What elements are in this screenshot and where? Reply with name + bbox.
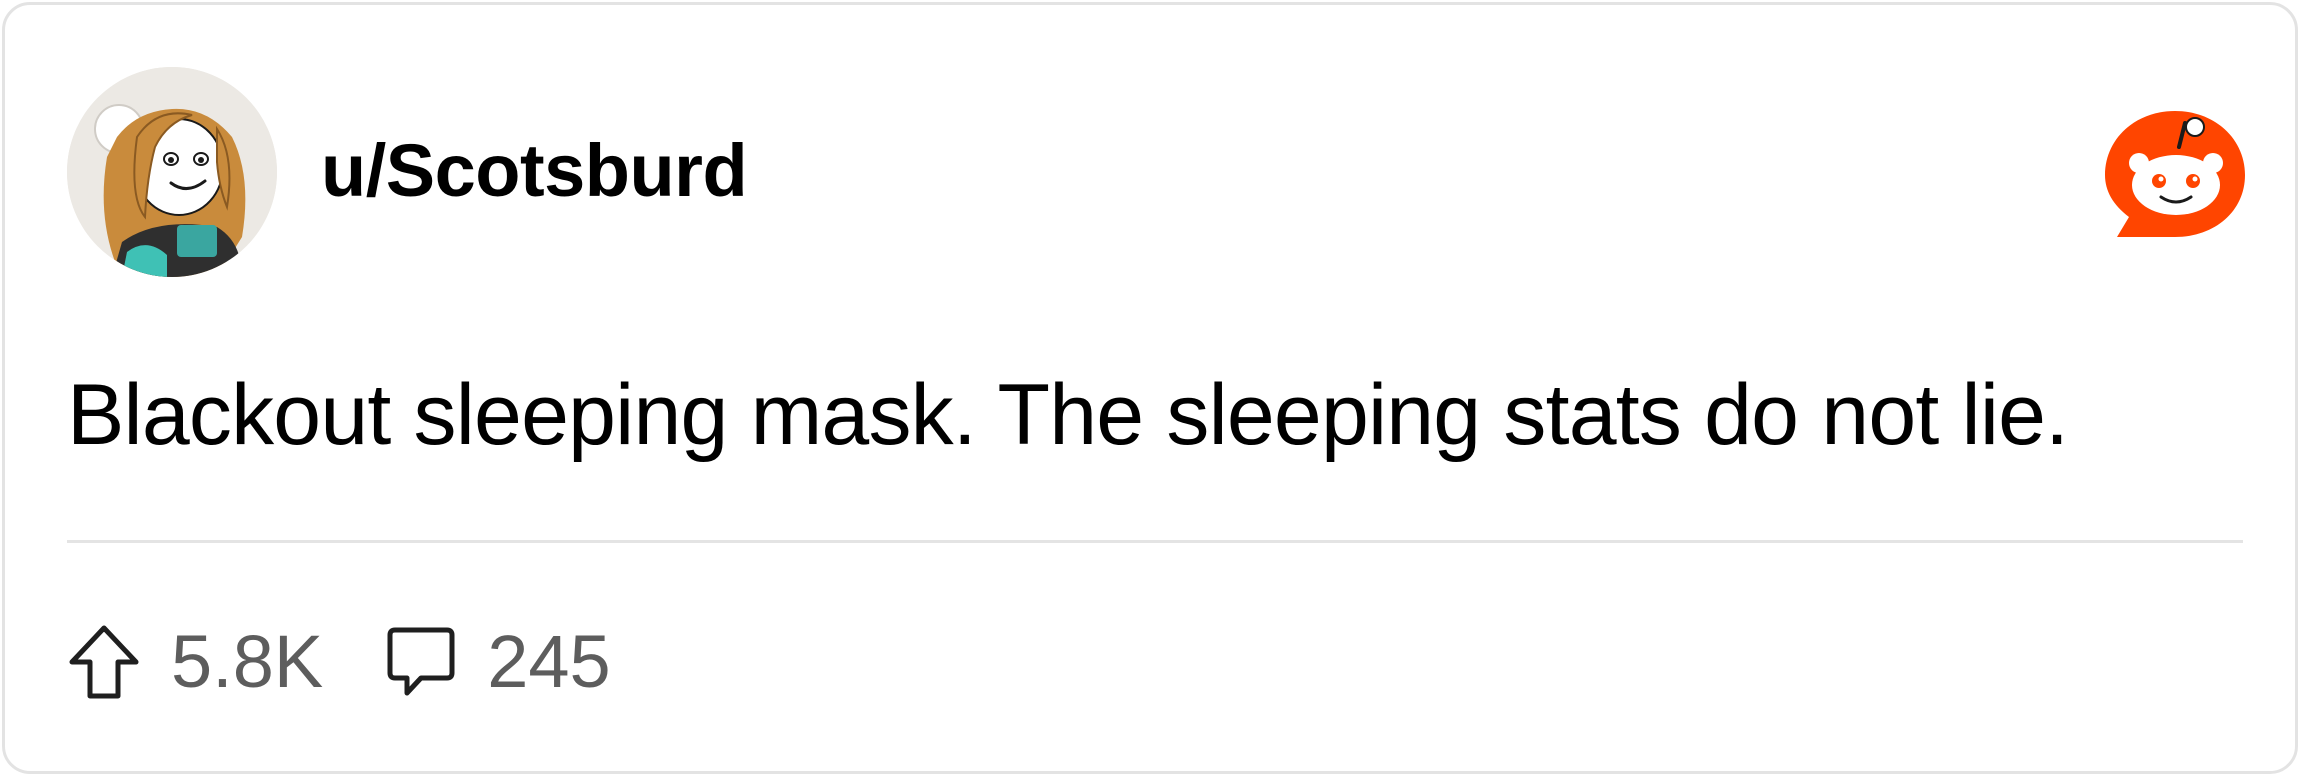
divider <box>67 540 2243 543</box>
user-avatar[interactable] <box>67 67 277 277</box>
upvote-count: 5.8K <box>171 620 324 703</box>
comment-button[interactable]: 245 <box>385 617 611 707</box>
username[interactable]: u/Scotsburd <box>321 129 748 213</box>
comment-bubble-icon <box>387 627 455 696</box>
avatar-image <box>67 67 277 277</box>
post-stats: 5.8K 245 <box>67 617 673 707</box>
reddit-logo-icon <box>2099 105 2251 247</box>
upvote-arrow-icon <box>69 625 139 699</box>
post-card[interactable]: u/Scotsburd Blackout sleeping mask. The … <box>2 2 2298 774</box>
comment-count: 245 <box>487 620 611 703</box>
post-title[interactable]: Blackout sleeping mask. The sleeping sta… <box>67 363 2267 467</box>
upvote-button[interactable]: 5.8K <box>67 617 323 707</box>
